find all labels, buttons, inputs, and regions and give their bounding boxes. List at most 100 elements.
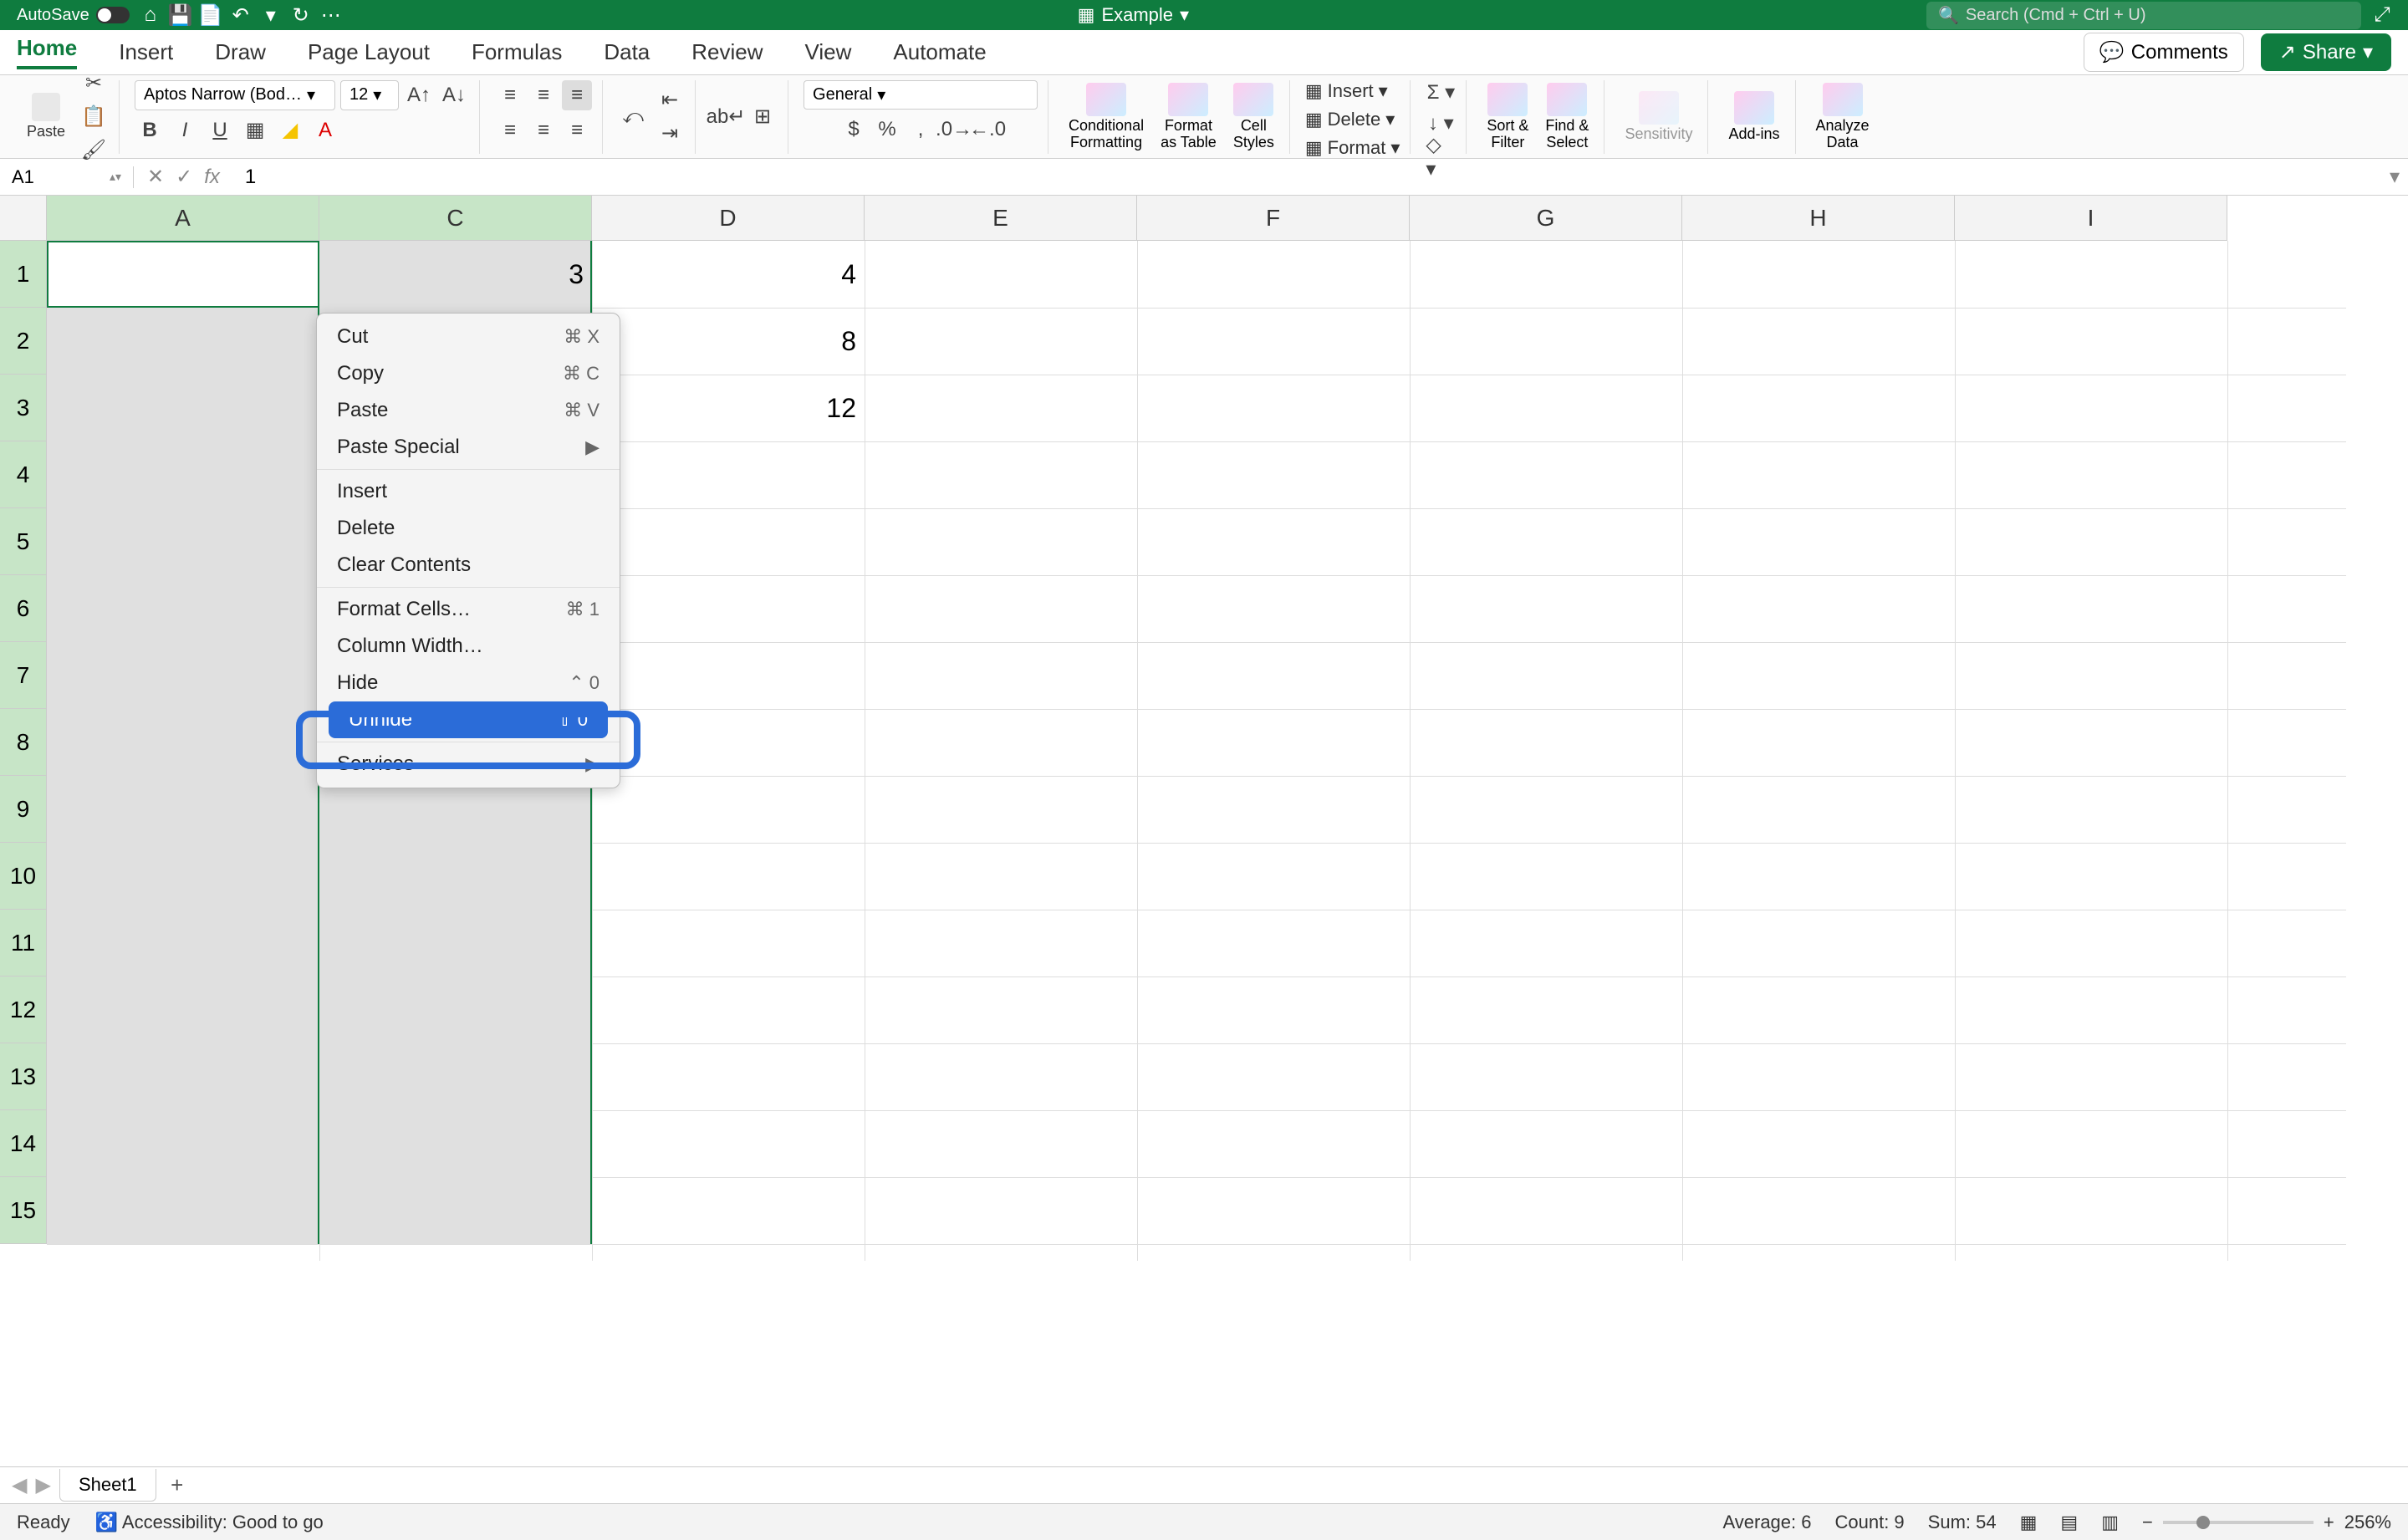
align-bottom-icon[interactable]: ≡ bbox=[562, 80, 592, 110]
ctx-paste[interactable]: Paste⌘ V bbox=[317, 392, 620, 429]
autosave-toggle[interactable] bbox=[96, 7, 130, 23]
tab-page-layout[interactable]: Page Layout bbox=[308, 39, 430, 65]
align-top-icon[interactable]: ≡ bbox=[495, 80, 525, 110]
row-header-14[interactable]: 14 bbox=[0, 1110, 47, 1177]
row-header-4[interactable]: 4 bbox=[0, 441, 47, 508]
expand-formula-bar-icon[interactable]: ▾ bbox=[2390, 165, 2400, 189]
copy-icon[interactable]: 📋 bbox=[79, 102, 109, 132]
ctx-unhide[interactable]: Unhide⌃ ⇧ 0 bbox=[329, 701, 608, 738]
row-header-7[interactable]: 7 bbox=[0, 642, 47, 709]
row-header-8[interactable]: 8 bbox=[0, 709, 47, 776]
cell-D3[interactable]: 12 bbox=[592, 375, 865, 441]
sheet-nav-next-icon[interactable]: ▶ bbox=[35, 1473, 50, 1497]
ctx-cut[interactable]: Cut⌘ X bbox=[317, 319, 620, 355]
cancel-formula-icon[interactable]: ✕ bbox=[147, 165, 164, 189]
format-as-table-button[interactable]: Format as Table bbox=[1156, 79, 1222, 155]
row-header-5[interactable]: 5 bbox=[0, 508, 47, 575]
status-accessibility[interactable]: ♿ Accessibility: Good to go bbox=[95, 1512, 324, 1533]
comments-button[interactable]: 💬 Comments bbox=[2084, 33, 2244, 72]
undo-dropdown-icon[interactable]: ▾ bbox=[262, 6, 280, 24]
more-icon[interactable]: ⋯ bbox=[322, 6, 340, 24]
select-all-corner[interactable] bbox=[0, 196, 47, 241]
row-header-2[interactable]: 2 bbox=[0, 308, 47, 375]
cell-D1[interactable]: 4 bbox=[592, 241, 865, 308]
sort-filter-button[interactable]: Sort & Filter bbox=[1482, 79, 1533, 155]
wrap-text-icon[interactable]: ab↵ bbox=[711, 102, 741, 132]
align-middle-icon[interactable]: ≡ bbox=[528, 80, 559, 110]
tab-draw[interactable]: Draw bbox=[215, 39, 266, 65]
col-header-G[interactable]: G bbox=[1410, 196, 1682, 241]
col-header-F[interactable]: F bbox=[1137, 196, 1410, 241]
row-header-10[interactable]: 10 bbox=[0, 843, 47, 910]
row-header-6[interactable]: 6 bbox=[0, 575, 47, 642]
tab-data[interactable]: Data bbox=[604, 39, 650, 65]
italic-button[interactable]: I bbox=[170, 115, 200, 145]
cells-format-button[interactable]: ▦ Format ▾ bbox=[1305, 137, 1400, 159]
bold-button[interactable]: B bbox=[135, 115, 165, 145]
decrease-decimal-icon[interactable]: ←.0 bbox=[972, 115, 1002, 145]
col-header-C[interactable]: C bbox=[319, 196, 592, 241]
cells-delete-button[interactable]: ▦ Delete ▾ bbox=[1305, 109, 1395, 130]
find-select-button[interactable]: Find & Select bbox=[1540, 79, 1594, 155]
row-header-9[interactable]: 9 bbox=[0, 776, 47, 843]
addins-button[interactable]: Add-ins bbox=[1723, 88, 1784, 146]
zoom-control[interactable]: − + 256% bbox=[2142, 1512, 2391, 1533]
zoom-out-icon[interactable]: − bbox=[2142, 1512, 2153, 1533]
col-header-D[interactable]: D bbox=[592, 196, 865, 241]
cell-styles-button[interactable]: Cell Styles bbox=[1228, 79, 1279, 155]
col-header-E[interactable]: E bbox=[865, 196, 1137, 241]
collapse-ribbon-icon[interactable]: ⤢ bbox=[2373, 6, 2391, 24]
enter-formula-icon[interactable]: ✓ bbox=[176, 165, 192, 189]
sheet-nav-prev-icon[interactable]: ◀ bbox=[12, 1473, 27, 1497]
active-cell-A1[interactable] bbox=[47, 241, 319, 308]
conditional-formatting-button[interactable]: Conditional Formatting bbox=[1064, 79, 1149, 155]
font-size-select[interactable]: 12▾ bbox=[340, 80, 399, 110]
fill-icon[interactable]: ↓ ▾ bbox=[1426, 111, 1456, 135]
ctx-copy[interactable]: Copy⌘ C bbox=[317, 355, 620, 392]
fill-color-icon[interactable]: ◢ bbox=[275, 115, 305, 145]
add-sheet-button[interactable]: + bbox=[165, 1473, 190, 1498]
format-painter-icon[interactable]: 🖌 bbox=[79, 135, 109, 166]
zoom-level[interactable]: 256% bbox=[2344, 1512, 2391, 1533]
view-normal-icon[interactable]: ▦ bbox=[2020, 1512, 2038, 1533]
ctx-clear-contents[interactable]: Clear Contents bbox=[317, 547, 620, 584]
tab-home[interactable]: Home bbox=[17, 35, 77, 69]
paste-button[interactable]: Paste bbox=[20, 89, 72, 144]
cut-icon[interactable]: ✂ bbox=[79, 69, 109, 99]
merge-icon[interactable]: ⊞ bbox=[747, 102, 778, 132]
autosave[interactable]: AutoSave bbox=[17, 6, 130, 25]
undo-icon[interactable]: ↶ bbox=[232, 6, 250, 24]
tab-automate[interactable]: Automate bbox=[893, 39, 986, 65]
row-header-1[interactable]: 1 bbox=[0, 241, 47, 308]
font-name-select[interactable]: Aptos Narrow (Bod…▾ bbox=[135, 80, 335, 110]
name-box[interactable]: A1▴▾ bbox=[0, 166, 134, 188]
tab-formulas[interactable]: Formulas bbox=[472, 39, 562, 65]
increase-font-icon[interactable]: A↑ bbox=[404, 80, 434, 110]
row-header-3[interactable]: 3 bbox=[0, 375, 47, 441]
increase-decimal-icon[interactable]: .0→ bbox=[939, 115, 969, 145]
sheet-tab-sheet1[interactable]: Sheet1 bbox=[59, 1469, 156, 1502]
cell-C1[interactable]: 3 bbox=[319, 241, 592, 308]
align-center-icon[interactable]: ≡ bbox=[528, 115, 559, 145]
fx-icon[interactable]: fx bbox=[204, 166, 220, 189]
search-input[interactable]: 🔍 Search (Cmd + Ctrl + U) bbox=[1926, 2, 2361, 29]
ctx-column-width[interactable]: Column Width… bbox=[317, 628, 620, 665]
home-icon[interactable]: ⌂ bbox=[141, 6, 160, 24]
col-header-H[interactable]: H bbox=[1682, 196, 1955, 241]
tab-view[interactable]: View bbox=[805, 39, 852, 65]
orientation-icon[interactable]: ⤺ bbox=[618, 102, 648, 132]
row-header-11[interactable]: 11 bbox=[0, 910, 47, 977]
autosum-icon[interactable]: Σ ▾ bbox=[1426, 80, 1456, 105]
clear-icon[interactable]: ◇ ▾ bbox=[1426, 142, 1456, 172]
increase-indent-icon[interactable]: ⇥ bbox=[655, 119, 685, 149]
analyze-data-button[interactable]: Analyze Data bbox=[1811, 79, 1875, 155]
align-left-icon[interactable]: ≡ bbox=[495, 115, 525, 145]
cells-insert-button[interactable]: ▦ Insert ▾ bbox=[1305, 80, 1388, 102]
cell-D2[interactable]: 8 bbox=[592, 308, 865, 375]
view-page-layout-icon[interactable]: ▤ bbox=[2060, 1512, 2078, 1533]
font-color-icon[interactable]: A bbox=[310, 115, 340, 145]
ctx-services[interactable]: Services▶ bbox=[317, 742, 620, 783]
ctx-insert[interactable]: Insert bbox=[317, 469, 620, 510]
percent-icon[interactable]: % bbox=[872, 115, 902, 145]
col-header-I[interactable]: I bbox=[1955, 196, 2227, 241]
